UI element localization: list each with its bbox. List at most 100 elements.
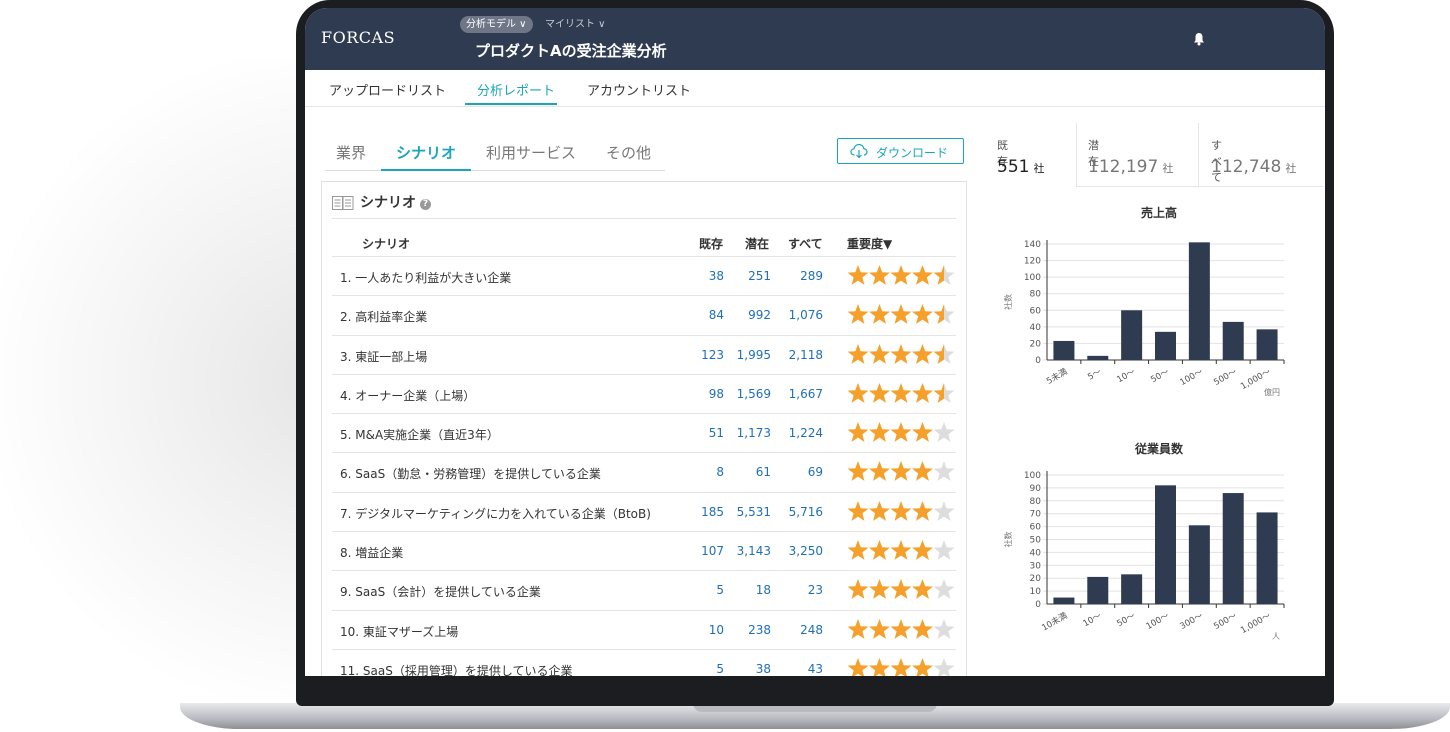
help-icon[interactable]: ? <box>420 199 431 210</box>
all-count[interactable]: 248 <box>800 623 823 637</box>
table-row[interactable]: 1. 一人あたり利益が大きい企業 38 251 289 <box>332 256 956 295</box>
table-row[interactable]: 9. SaaS（会計）を提供している企業 5 18 23 <box>332 570 956 609</box>
table-row[interactable]: 6. SaaS（勤怠・労務管理）を提供している企業 8 61 69 <box>332 452 956 491</box>
all-count[interactable]: 2,118 <box>789 348 823 362</box>
chart-bar[interactable] <box>1155 485 1176 604</box>
existing-count[interactable]: 107 <box>701 544 724 558</box>
chart-bar[interactable] <box>1121 310 1143 360</box>
potential-count[interactable]: 251 <box>748 269 771 283</box>
existing-count[interactable]: 8 <box>716 465 724 479</box>
all-count[interactable]: 3,250 <box>789 544 823 558</box>
existing-count[interactable]: 185 <box>701 505 724 519</box>
potential-count[interactable]: 18 <box>756 583 771 597</box>
breadcrumb-analysis-model[interactable]: 分析モデル ∨ <box>460 16 533 33</box>
chart-bar[interactable] <box>1053 597 1075 604</box>
star-icon <box>933 304 955 325</box>
all-count[interactable]: 69 <box>808 465 823 479</box>
importance-rating <box>847 382 955 403</box>
scenario-name: 7. デジタルマーケティングに力を入れている企業（BtoB) <box>340 506 651 521</box>
chart-bar[interactable] <box>1222 493 1244 604</box>
table-row[interactable]: 3. 東証一部上場 123 1,995 2,118 <box>332 334 956 374</box>
app-logo[interactable]: FORCAS <box>321 28 395 47</box>
existing-count[interactable]: 5 <box>716 662 724 676</box>
x-tick-label: 500〜 <box>1212 367 1239 388</box>
potential-count[interactable]: 1,569 <box>737 387 771 401</box>
col-all[interactable]: すべて <box>788 235 823 252</box>
existing-count[interactable]: 10 <box>709 623 724 637</box>
potential-count[interactable]: 3,143 <box>737 544 771 558</box>
existing-count[interactable]: 51 <box>709 426 724 440</box>
chart-bar[interactable] <box>1188 242 1210 360</box>
chart-bar[interactable] <box>1155 331 1176 360</box>
tab-services[interactable]: 利用サービス <box>486 142 576 163</box>
chart-bar[interactable] <box>1222 321 1244 360</box>
chart-bar[interactable] <box>1256 329 1278 360</box>
download-button[interactable]: ダウンロード <box>837 138 964 164</box>
potential-count[interactable]: 992 <box>748 308 771 322</box>
tab-scenario[interactable]: シナリオ <box>396 142 456 163</box>
potential-count[interactable]: 1,995 <box>737 348 771 362</box>
existing-count[interactable]: 84 <box>709 308 724 322</box>
table-row[interactable]: 7. デジタルマーケティングに力を入れている企業（BtoB) 185 5,531 5,… <box>332 491 956 531</box>
all-count[interactable]: 43 <box>808 662 823 676</box>
nav-analysis-report[interactable]: 分析レポート <box>477 80 555 99</box>
y-tick-label: 60 <box>1030 306 1042 316</box>
table-row[interactable]: 11. SaaS（採用管理）を提供している企業 5 38 43 <box>332 648 956 676</box>
tab-industry[interactable]: 業界 <box>336 142 366 163</box>
all-count[interactable]: 1,224 <box>789 426 823 440</box>
all-count[interactable]: 289 <box>800 269 823 283</box>
col-importance[interactable]: 重要度▼ <box>847 235 892 252</box>
existing-count[interactable]: 98 <box>709 387 724 401</box>
table-row[interactable]: 5. M&A実施企業（直近3年） 51 1,173 1,224 <box>332 413 956 452</box>
x-tick-label: 10〜 <box>1082 611 1104 630</box>
existing-count[interactable]: 5 <box>716 583 724 597</box>
tabs-divider <box>325 170 665 171</box>
all-count[interactable]: 1,667 <box>789 387 823 401</box>
y-tick-label: 70 <box>1030 510 1042 520</box>
star-icon <box>933 540 955 560</box>
potential-count[interactable]: 238 <box>748 623 771 637</box>
importance-rating <box>847 422 955 443</box>
breadcrumb-mylist[interactable]: マイリスト ∨ <box>545 16 606 33</box>
all-count[interactable]: 5,716 <box>789 505 823 519</box>
table-row[interactable]: 8. 増益企業 107 3,143 3,250 <box>332 531 956 570</box>
stats-summary: 既存 551 社 潜在 112,197 社 すべて 112,748 社 <box>977 123 1323 187</box>
col-potential[interactable]: 潜在 <box>745 235 769 252</box>
tab-other[interactable]: その他 <box>606 142 651 163</box>
star-icon <box>847 579 869 600</box>
y-tick-label: 20 <box>1030 339 1042 349</box>
y-tick-label: 60 <box>1030 523 1042 533</box>
chart-bar[interactable] <box>1087 576 1109 604</box>
nav-account-list[interactable]: アカウントリスト <box>587 80 691 99</box>
scenario-name: 1. 一人あたり利益が大きい企業 <box>340 271 512 285</box>
star-icon <box>847 618 869 639</box>
existing-count[interactable]: 123 <box>701 348 724 362</box>
chart-bar[interactable] <box>1087 355 1109 360</box>
all-count[interactable]: 23 <box>808 583 823 597</box>
table-row[interactable]: 2. 高利益率企業 84 992 1,076 <box>332 295 956 334</box>
all-count[interactable]: 1,076 <box>789 308 823 322</box>
table-row[interactable]: 4. オーナー企業（上場） 98 1,569 1,667 <box>332 373 956 413</box>
potential-count[interactable]: 1,173 <box>737 426 771 440</box>
bell-icon[interactable] <box>1193 32 1205 46</box>
existing-count[interactable]: 38 <box>709 269 724 283</box>
star-icon <box>933 343 955 364</box>
importance-rating <box>847 265 955 285</box>
y-axis-label: 社数 <box>1003 294 1013 310</box>
chart-bar[interactable] <box>1121 574 1143 604</box>
chart-bar[interactable] <box>1053 340 1075 360</box>
panel-title: シナリオ <box>360 195 416 211</box>
y-tick-label: 120 <box>1024 257 1041 267</box>
chart-bar[interactable] <box>1188 525 1210 604</box>
potential-count[interactable]: 5,531 <box>737 505 771 519</box>
potential-count[interactable]: 61 <box>756 465 771 479</box>
scenario-name: 3. 東証一部上場 <box>340 349 428 364</box>
chart-bar[interactable] <box>1256 512 1278 604</box>
scenario-name: 10. 東証マザーズ上場 <box>340 624 459 639</box>
star-icon <box>847 343 869 364</box>
col-existing[interactable]: 既存 <box>699 235 723 252</box>
potential-count[interactable]: 38 <box>756 662 771 676</box>
nav-upload-list[interactable]: アップロードリスト <box>329 80 446 99</box>
table-row[interactable]: 10. 東証マザーズ上場 10 238 248 <box>332 609 956 649</box>
stat-all-value: 112,748 社 <box>1211 157 1297 177</box>
